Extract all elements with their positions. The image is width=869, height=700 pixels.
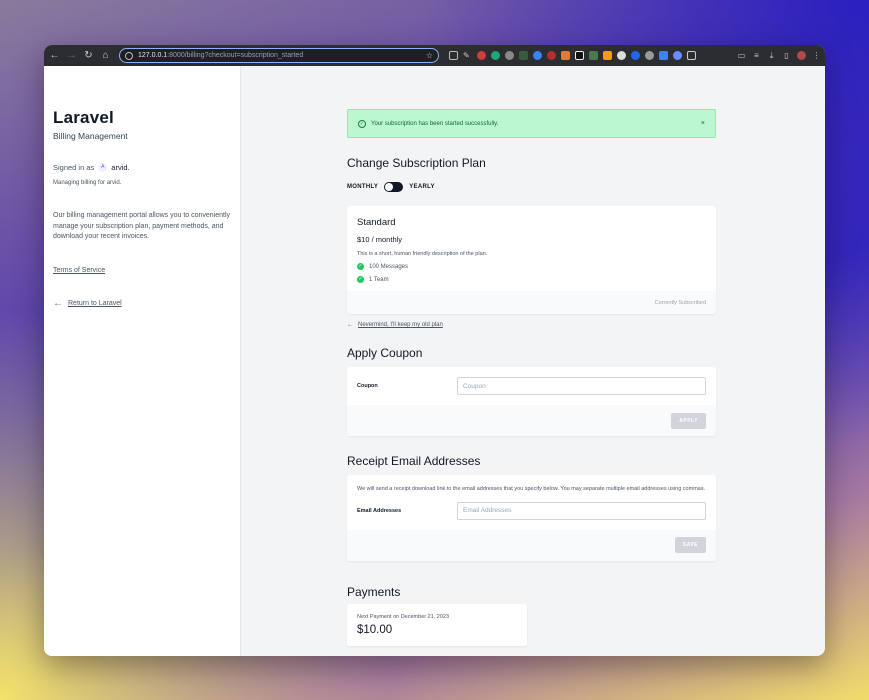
feature-label: 100 Messages bbox=[369, 263, 409, 270]
monthly-label[interactable]: MONTHLY bbox=[347, 184, 378, 190]
alert-message: Your subscription has been started succe… bbox=[371, 120, 499, 127]
extension-icon[interactable] bbox=[491, 51, 500, 60]
brand-subtitle: Billing Management bbox=[53, 131, 128, 141]
extensions-row: ✎ bbox=[449, 51, 696, 60]
sidebar: Laravel Billing Management Signed in as … bbox=[44, 66, 241, 656]
coupon-section-title: Apply Coupon bbox=[347, 346, 423, 360]
plan-card-footer: Currently Subscribed bbox=[347, 291, 716, 314]
close-icon[interactable]: × bbox=[701, 120, 705, 127]
brand-title: Laravel bbox=[53, 108, 114, 127]
return-link[interactable]: ← Return to Laravel bbox=[53, 298, 231, 309]
email-label: Email Addresses bbox=[357, 507, 402, 514]
extension-icon[interactable] bbox=[631, 51, 640, 60]
check-circle-icon: ✓ bbox=[358, 119, 366, 128]
avatar: A bbox=[98, 163, 108, 172]
next-payment-date: Next Payment on December 21, 2023 bbox=[357, 613, 450, 620]
success-alert: ✓ Your subscription has been started suc… bbox=[347, 109, 716, 138]
signed-in-label: Signed in as bbox=[53, 163, 95, 172]
extension-icon[interactable] bbox=[603, 51, 612, 60]
pen-extension-icon[interactable]: ✎ bbox=[463, 51, 472, 60]
extension-icon[interactable] bbox=[505, 51, 514, 60]
arrow-left-icon: ← bbox=[53, 297, 63, 309]
receipt-card-footer: SAVE bbox=[347, 529, 716, 561]
check-icon: ✓ bbox=[357, 263, 364, 270]
managing-text: Managing billing for arvid. bbox=[53, 180, 122, 186]
coupon-card-footer: APPLY bbox=[347, 405, 716, 436]
extension-icon[interactable] bbox=[533, 51, 542, 60]
next-payment-card: Next Payment on December 21, 2023 $10.00 bbox=[347, 603, 527, 646]
extension-icon[interactable] bbox=[659, 51, 668, 60]
nevermind-link[interactable]: ← Nevermind, I'll keep my old plan bbox=[347, 322, 716, 328]
receipt-description: We will send a receipt download link to … bbox=[357, 486, 706, 492]
next-payment-amount: $10.00 bbox=[357, 623, 393, 636]
cast-icon[interactable]: ▭ bbox=[737, 51, 746, 60]
save-button[interactable]: SAVE bbox=[674, 537, 706, 553]
user-name: arvid. bbox=[111, 163, 130, 172]
extension-icon[interactable] bbox=[547, 51, 556, 60]
extension-icon[interactable] bbox=[589, 51, 598, 60]
coupon-card: Coupon Coupon APPLY bbox=[347, 367, 716, 436]
plan-card: Standard $10 / monthly This is a short, … bbox=[347, 206, 716, 314]
sidepanel-icon[interactable]: ▯ bbox=[782, 51, 791, 60]
arrow-left-icon: ← bbox=[347, 322, 353, 328]
extension-icon[interactable] bbox=[477, 51, 486, 60]
list-item: ✓ 100 Messages bbox=[357, 263, 706, 270]
forward-icon[interactable]: → bbox=[65, 49, 78, 62]
url-text[interactable]: 127.0.0.1:8000/billing?checkout=subscrip… bbox=[138, 52, 421, 59]
profile-avatar[interactable] bbox=[797, 51, 806, 60]
yearly-label[interactable]: YEARLY bbox=[409, 184, 435, 190]
browser-toolbar: ← → ↻ ⌂ 127.0.0.1:8000/billing?checkout=… bbox=[44, 45, 825, 66]
return-link-label[interactable]: Return to Laravel bbox=[68, 300, 122, 307]
plan-card-body: Standard $10 / monthly This is a short, … bbox=[347, 206, 716, 291]
signed-in-line: Signed in as A arvid. bbox=[53, 163, 231, 172]
site-info-icon[interactable] bbox=[125, 51, 133, 60]
home-icon[interactable]: ⌂ bbox=[99, 49, 112, 62]
extension-icon[interactable] bbox=[575, 51, 584, 60]
translate-icon[interactable]: ≡ bbox=[752, 51, 761, 60]
plan-name: Standard bbox=[357, 217, 396, 228]
settings-extension-icon[interactable] bbox=[645, 51, 654, 60]
coupon-label: Coupon bbox=[357, 383, 378, 389]
main-content: ✓ Your subscription has been started suc… bbox=[347, 66, 716, 646]
bookmark-star-icon[interactable]: ☆ bbox=[426, 51, 433, 60]
reload-icon[interactable]: ↻ bbox=[82, 49, 95, 62]
puzzle-icon[interactable] bbox=[687, 51, 696, 60]
check-icon: ✓ bbox=[357, 276, 364, 283]
nevermind-label[interactable]: Nevermind, I'll keep my old plan bbox=[358, 322, 443, 328]
period-switch[interactable] bbox=[384, 182, 404, 192]
coupon-form-row: Coupon Coupon bbox=[347, 367, 716, 405]
extension-icon[interactable] bbox=[449, 51, 458, 60]
plan-description: This is a short, human friendly descript… bbox=[357, 251, 488, 257]
address-bar[interactable]: 127.0.0.1:8000/billing?checkout=subscrip… bbox=[119, 48, 439, 63]
plan-section-title: Change Subscription Plan bbox=[347, 156, 486, 170]
billing-period-toggle: MONTHLY YEARLY bbox=[347, 182, 716, 192]
browser-tools: ▭ ≡ ⤓ ▯ ⋮ bbox=[737, 51, 821, 60]
extension-icon[interactable] bbox=[673, 51, 682, 60]
plan-price: $10 / monthly bbox=[357, 235, 403, 244]
download-icon[interactable]: ⤓ bbox=[767, 51, 776, 60]
feature-label: 1 Team bbox=[369, 276, 389, 283]
extension-icon[interactable] bbox=[561, 51, 570, 60]
terms-link[interactable]: Terms of Service bbox=[53, 267, 231, 274]
extension-icon[interactable] bbox=[617, 51, 626, 60]
subscription-status: Currently Subscribed bbox=[654, 299, 706, 306]
email-addresses-input[interactable]: Email Addresses bbox=[457, 501, 706, 520]
payments-section-title: Payments bbox=[347, 584, 401, 599]
list-item: ✓ 1 Team bbox=[357, 276, 706, 283]
browser-window: ← → ↻ ⌂ 127.0.0.1:8000/billing?checkout=… bbox=[44, 45, 825, 656]
coupon-input[interactable]: Coupon bbox=[457, 377, 706, 395]
receipt-card: We will send a receipt download link to … bbox=[347, 475, 716, 561]
menu-icon[interactable]: ⋮ bbox=[812, 51, 821, 60]
portal-description: Our billing management portal allows you… bbox=[53, 212, 231, 240]
back-icon[interactable]: ← bbox=[48, 49, 61, 62]
extension-icon[interactable] bbox=[519, 51, 528, 60]
email-form-row: Email Addresses Email Addresses bbox=[347, 494, 716, 530]
receipt-section-title: Receipt Email Addresses bbox=[347, 454, 481, 468]
apply-button[interactable]: APPLY bbox=[671, 412, 706, 429]
